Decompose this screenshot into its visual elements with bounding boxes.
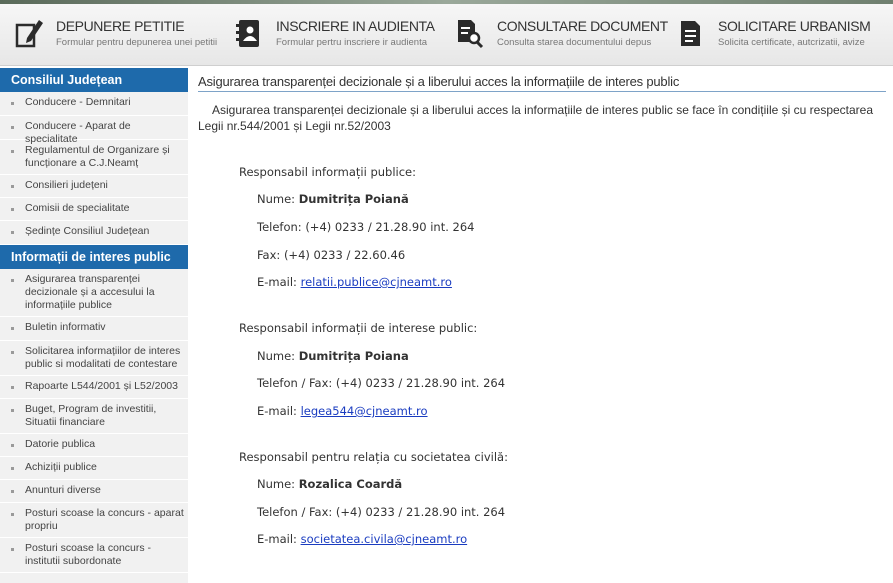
block1-name: Dumitrița Poiană bbox=[298, 192, 409, 206]
intro-paragraph: Asigurarea transparenței decizionale și … bbox=[198, 103, 874, 133]
block3-title: Responsabil pentru relația cu societatea… bbox=[239, 450, 508, 464]
sidebar-item-datorie[interactable]: Datorie publica bbox=[0, 434, 188, 457]
address-book-icon bbox=[236, 20, 259, 47]
nav-title: INSCRIERE IN AUDIENTA bbox=[276, 18, 435, 34]
block2-name-row: Nume: Dumitrița Poiana bbox=[257, 349, 409, 363]
nav-subtitle: Formular pentru depunerea unei petitii bbox=[56, 37, 218, 48]
email-label: E-mail: bbox=[257, 532, 297, 546]
sidebar-item-conducere-aparat[interactable]: Conducere - Aparat de specialitate bbox=[0, 116, 188, 145]
sidebar-item-posturi-aparat[interactable]: Posturi scoase la concurs - aparat propr… bbox=[0, 503, 188, 538]
nav-title: CONSULTARE DOCUMENT bbox=[497, 18, 668, 34]
nav-consultare-document[interactable]: CONSULTARE DOCUMENT Consulta starea docu… bbox=[455, 14, 668, 54]
sidebar-section-title-consiliul: Consiliul Județean bbox=[0, 68, 188, 92]
block2-phone: Telefon / Fax: (+4) 0233 / 21.28.90 int.… bbox=[257, 376, 506, 390]
sidebar-item-buletin[interactable]: Buletin informativ bbox=[0, 317, 188, 341]
sidebar-section-title-informatii: Informații de interes public bbox=[0, 245, 188, 269]
nav-subtitle: Solicita certificate, autcrizatii, avize bbox=[718, 37, 865, 48]
block3-email-row: E-mail: societatea.civila@cjneamt.ro bbox=[257, 532, 467, 546]
sidebar-item-transparenta[interactable]: Asigurarea transparenței decizionale și … bbox=[0, 269, 188, 317]
sidebar: Consiliul Județean Conducere - Demnitari… bbox=[0, 68, 188, 583]
block3-phone: Telefon / Fax: (+4) 0233 / 21.28.90 int.… bbox=[257, 505, 506, 519]
sidebar-item-comisii[interactable]: Comisii de specialitate bbox=[0, 198, 188, 221]
sidebar-item-posturi-institutii[interactable]: Posturi scoase la concurs - institutii s… bbox=[0, 538, 188, 573]
nav-title: DEPUNERE PETITIE bbox=[56, 18, 185, 34]
sidebar-item-conducere-demnitari[interactable]: Conducere - Demnitari bbox=[0, 92, 188, 116]
block2-name: Dumitrița Poiana bbox=[298, 349, 409, 363]
block3-name: Rozalica Coardă bbox=[298, 477, 403, 491]
block3-email-link[interactable]: societatea.civila@cjneamt.ro bbox=[301, 532, 468, 546]
block2-title: Responsabil informații de interese publi… bbox=[239, 321, 478, 335]
nav-solicitare-urbanism[interactable]: SOLICITARE URBANISM Solicita certificate… bbox=[676, 14, 886, 54]
block1-name-row: Nume: Dumitrița Poiană bbox=[257, 192, 409, 206]
block2-email-row: E-mail: legea544@cjneamt.ro bbox=[257, 404, 428, 418]
name-label: Nume: bbox=[257, 349, 296, 363]
email-label: E-mail: bbox=[257, 404, 297, 418]
sidebar-item-buget[interactable]: Buget, Program de investitii, Situatii f… bbox=[0, 399, 188, 434]
block1-fax: Fax: (+4) 0233 / 22.60.46 bbox=[257, 248, 406, 262]
sidebar-item-solicitarea-informatiilor[interactable]: Solicitarea informațiilor de interes pub… bbox=[0, 341, 188, 376]
sidebar-item-regulament[interactable]: Regulamentul de Organizare și funcționar… bbox=[0, 140, 188, 175]
document-icon bbox=[681, 21, 700, 46]
email-label: E-mail: bbox=[257, 275, 297, 289]
nav-subtitle: Formular pertru inscriere ir audienta bbox=[276, 37, 428, 48]
sidebar-item-consilieri[interactable]: Consilieri județeni bbox=[0, 175, 188, 198]
pencil-edit-icon bbox=[15, 20, 43, 48]
block2-email-link[interactable]: legea544@cjneamt.ro bbox=[301, 404, 428, 418]
sidebar-item-sedinte[interactable]: Ședințe Consiliul Județean bbox=[0, 221, 188, 245]
top-navigation-bar: DEPUNERE PETITIE Formular pentru depuner… bbox=[0, 0, 893, 66]
nav-title: SOLICITARE URBANISM bbox=[718, 18, 871, 34]
block3-name-row: Nume: Rozalica Coardă bbox=[257, 477, 402, 491]
nav-inscriere-audienta[interactable]: INSCRIERE IN AUDIENTA Formular pertru in… bbox=[234, 14, 444, 54]
nav-subtitle: Consulta starea documentului depus bbox=[497, 37, 652, 48]
sidebar-item-rapoarte[interactable]: Rapoarte L544/2001 și L52/2003 bbox=[0, 376, 188, 399]
block1-title: Responsabil informații publice: bbox=[239, 165, 416, 179]
nav-depunere-petitie[interactable]: DEPUNERE PETITIE Formular pentru depuner… bbox=[14, 14, 224, 54]
page-title: Asigurarea transparenței decizionale și … bbox=[198, 72, 886, 92]
block1-email-row: E-mail: relatii.publice@cjneamt.ro bbox=[257, 275, 452, 289]
document-search-icon bbox=[458, 20, 484, 49]
sidebar-item-achizitii[interactable]: Achiziții publice bbox=[0, 457, 188, 480]
block1-phone: Telefon: (+4) 0233 / 21.28.90 int. 264 bbox=[257, 220, 475, 234]
main-content: Asigurarea transparenței decizionale și … bbox=[188, 68, 893, 583]
name-label: Nume: bbox=[257, 477, 296, 491]
block1-email-link[interactable]: relatii.publice@cjneamt.ro bbox=[301, 275, 452, 289]
sidebar-item-anunturi[interactable]: Anunturi diverse bbox=[0, 480, 188, 503]
name-label: Nume: bbox=[257, 192, 296, 206]
